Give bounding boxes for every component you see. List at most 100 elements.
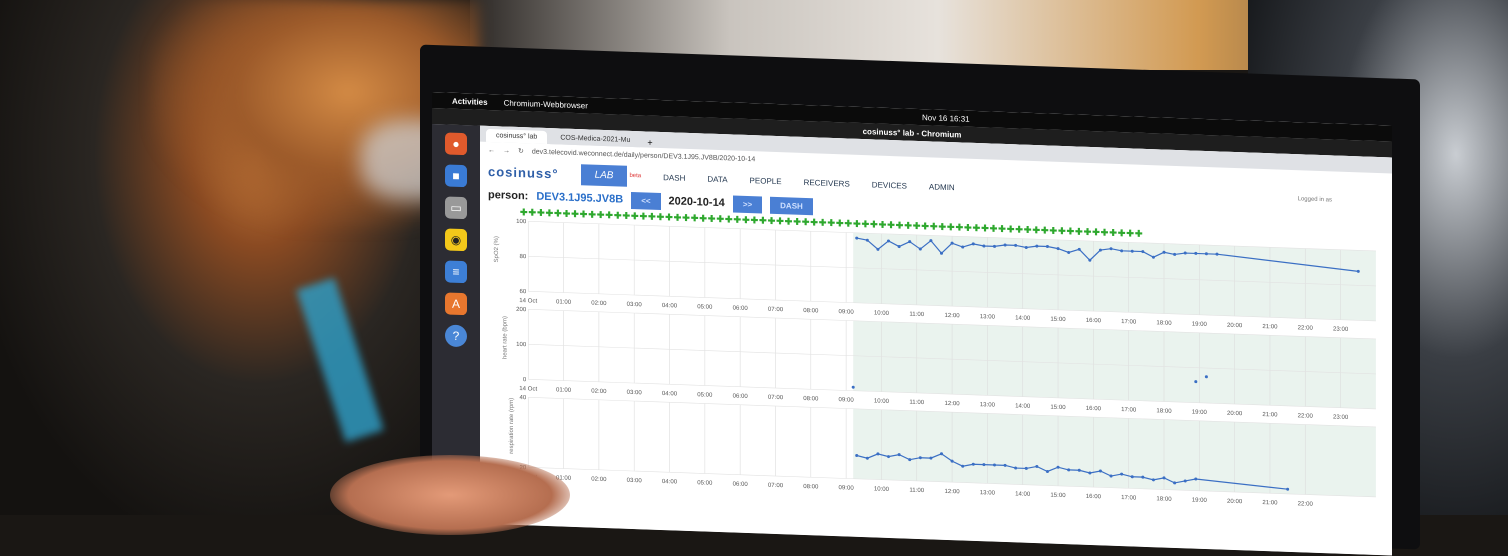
- person-label: person:: [488, 188, 529, 203]
- y-tick-label: 80: [519, 254, 526, 260]
- x-tick-label: 08:00: [803, 484, 819, 491]
- activities-button[interactable]: Activities: [452, 96, 488, 106]
- x-tick-label: 21:00: [1262, 500, 1278, 507]
- nav-admin[interactable]: ADMIN: [929, 182, 955, 192]
- x-tick-label: 09:00: [839, 309, 855, 316]
- x-tick-label: 12:00: [944, 401, 960, 408]
- x-tick-label: 13:00: [980, 314, 996, 321]
- x-tick-label: 14:00: [1015, 315, 1031, 322]
- x-tick-label: 04:00: [662, 479, 678, 486]
- x-tick-label: 03:00: [627, 478, 643, 485]
- reload-icon[interactable]: ↻: [518, 147, 524, 155]
- x-tick-label: 05:00: [697, 392, 713, 399]
- x-tick-label: 22:00: [1298, 501, 1314, 508]
- active-region: [853, 408, 1376, 497]
- x-tick-label: 20:00: [1227, 323, 1243, 330]
- nav-dash[interactable]: DASH: [663, 173, 685, 183]
- nav-devices[interactable]: DEVICES: [872, 180, 907, 190]
- logged-in-label: Logged in as: [1297, 196, 1332, 204]
- y-tick-label: 100: [516, 342, 527, 348]
- back-icon[interactable]: ←: [488, 146, 495, 153]
- x-tick-label: 01:00: [556, 387, 572, 394]
- rhythmbox-icon[interactable]: ◉: [445, 228, 467, 252]
- x-tick-label: 06:00: [733, 482, 749, 489]
- x-tick-label: 07:00: [768, 483, 784, 490]
- drive-icon[interactable]: ▭: [445, 196, 467, 220]
- x-tick-label: 06:00: [733, 394, 749, 401]
- nav-people[interactable]: PEOPLE: [750, 176, 782, 186]
- x-tick-label: 03:00: [627, 390, 643, 397]
- app-menu[interactable]: Chromium-Webbrowser: [504, 98, 588, 110]
- x-tick-label: 12:00: [944, 313, 960, 320]
- prev-day-button[interactable]: <<: [631, 191, 661, 210]
- x-tick-label: 18:00: [1156, 320, 1172, 327]
- x-tick-label: 16:00: [1086, 406, 1102, 413]
- writer-icon[interactable]: ≡: [445, 260, 467, 284]
- next-day-button[interactable]: >>: [732, 195, 763, 214]
- y-tick-label: 40: [519, 395, 526, 401]
- x-tick-label: 04:00: [662, 303, 678, 310]
- nav-receivers[interactable]: RECEIVERS: [804, 177, 850, 188]
- x-tick-label: 20:00: [1227, 411, 1243, 418]
- y-tick-label: 100: [516, 219, 527, 225]
- x-tick-label: 10:00: [874, 310, 890, 317]
- help-icon[interactable]: ?: [445, 324, 467, 348]
- x-tick-label: 16:00: [1086, 318, 1102, 325]
- chromium-icon[interactable]: ●: [445, 132, 467, 156]
- new-tab-icon[interactable]: +: [647, 138, 652, 148]
- x-tick-label: 23:00: [1333, 414, 1349, 421]
- dash-button[interactable]: DASH: [770, 196, 813, 215]
- x-tick-label: 19:00: [1192, 410, 1208, 417]
- x-tick-label: 09:00: [839, 485, 855, 492]
- x-tick-label: 11:00: [909, 400, 924, 406]
- x-tick-label: 14:00: [1015, 491, 1031, 498]
- x-tick-label: 15:00: [1050, 405, 1066, 412]
- x-tick-label: 20:00: [1227, 499, 1243, 506]
- x-tick-label: 13:00: [980, 490, 996, 497]
- monitor-screen: Activities Chromium-Webbrowser Nov 16 16…: [432, 92, 1392, 556]
- chart-respiration-ylabel: respiration rate (rpm): [509, 397, 516, 454]
- x-tick-label: 18:00: [1156, 496, 1172, 503]
- clock[interactable]: Nov 16 16:31: [922, 113, 970, 124]
- nav-data[interactable]: DATA: [707, 174, 727, 184]
- x-tick-label: 08:00: [803, 396, 819, 403]
- x-tick-label: 21:00: [1262, 324, 1278, 331]
- x-tick-label: 02:00: [591, 301, 607, 308]
- files-icon[interactable]: ■: [445, 164, 467, 188]
- x-tick-label: 07:00: [768, 307, 784, 314]
- x-tick-label: 18:00: [1156, 408, 1172, 415]
- x-tick-label: 02:00: [591, 477, 607, 484]
- x-tick-label: 17:00: [1121, 319, 1137, 326]
- x-tick-label: 09:00: [839, 397, 855, 404]
- x-tick-label: 07:00: [768, 395, 784, 402]
- x-tick-label: 14 Oct: [519, 298, 537, 305]
- logo[interactable]: cosinuss°: [488, 163, 559, 180]
- x-tick-label: 17:00: [1121, 495, 1137, 502]
- y-tick-label: 200: [516, 307, 527, 313]
- x-tick-label: 22:00: [1298, 325, 1314, 332]
- x-tick-label: 08:00: [803, 308, 819, 315]
- x-tick-label: 02:00: [591, 389, 607, 396]
- lab-badge[interactable]: LAB: [580, 163, 628, 187]
- tab-cosinuss[interactable]: cosinuss° lab: [486, 128, 548, 145]
- software-icon[interactable]: A: [445, 292, 467, 316]
- x-tick-label: 10:00: [874, 398, 890, 405]
- date-value: 2020-10-14: [668, 195, 725, 210]
- x-tick-label: 22:00: [1298, 413, 1314, 420]
- x-tick-label: 12:00: [944, 489, 960, 496]
- x-tick-label: 06:00: [733, 306, 749, 313]
- browser-window: cosinuss° lab COS-Medica-2021-Mu + ← → ↻…: [480, 125, 1392, 556]
- x-tick-label: 05:00: [697, 480, 713, 487]
- x-tick-label: 11:00: [909, 488, 924, 494]
- x-tick-label: 14 Oct: [519, 386, 537, 393]
- chart-spo2-ylabel: SpO2 (%): [494, 235, 501, 263]
- person-id: DEV3.1J95.JV8B: [536, 190, 624, 206]
- x-tick-label: 15:00: [1050, 317, 1066, 324]
- beta-label: beta: [629, 172, 642, 180]
- x-tick-label: 10:00: [874, 486, 890, 493]
- x-tick-label: 15:00: [1050, 493, 1066, 500]
- forward-icon[interactable]: →: [503, 147, 510, 154]
- hand: [330, 455, 570, 535]
- x-tick-label: 14:00: [1015, 403, 1031, 410]
- x-tick-label: 16:00: [1086, 494, 1102, 501]
